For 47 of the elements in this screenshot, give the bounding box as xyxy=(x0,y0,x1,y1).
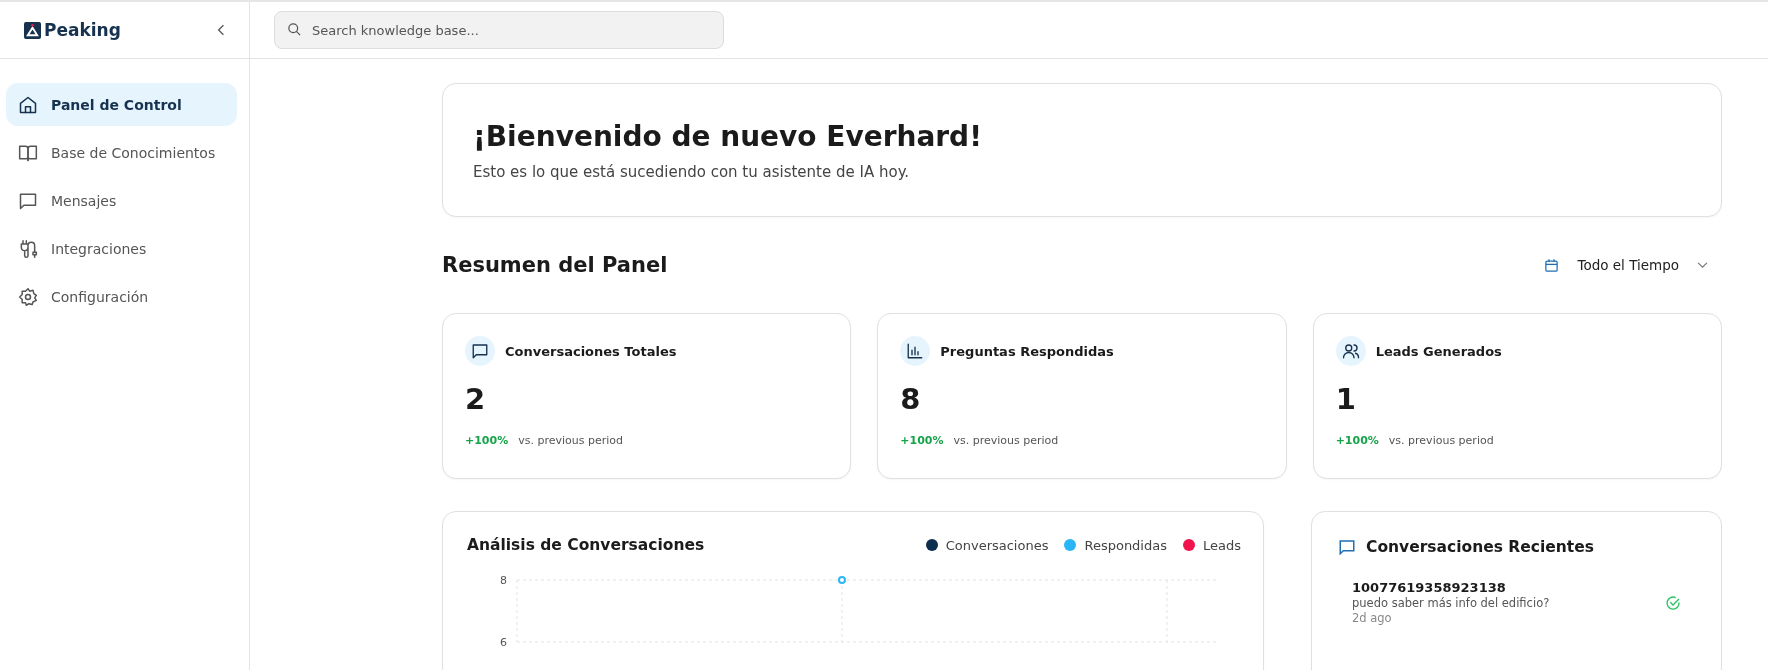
search-field[interactable]: Search knowledge base... xyxy=(274,11,724,49)
logo-text: Peaking xyxy=(44,20,121,40)
conversation-time: 2d ago xyxy=(1352,611,1393,625)
welcome-title: ¡Bienvenido de nuevo Everhard! xyxy=(473,120,983,153)
sidebar-item[interactable]: Panel de Control xyxy=(6,83,237,126)
axis-tick-label: 8 xyxy=(500,574,507,587)
sidebar-item[interactable]: Base de Conocimientos xyxy=(6,131,237,174)
stat-value: 2 xyxy=(465,382,487,416)
conversation-item[interactable]: 10077619358923138 puedo saber más info del edificio? 2d ago xyxy=(1338,556,1695,625)
sidebar-item[interactable]: Configuración xyxy=(6,275,237,318)
users-icon xyxy=(1335,336,1366,366)
stat-value: 8 xyxy=(900,382,922,416)
card-title: Conversaciones Recientes xyxy=(1366,538,1594,556)
conversation-message: puedo saber más info del edificio? xyxy=(1352,596,1550,610)
chat-bubble-icon xyxy=(465,336,495,366)
axis-tick-label: 6 xyxy=(500,636,507,649)
chevron-down-icon xyxy=(1697,261,1708,269)
chevron-left-icon xyxy=(217,24,225,36)
chat-bubble-icon xyxy=(1338,538,1356,556)
sidebar-item[interactable]: Mensajes xyxy=(6,179,237,222)
chart-title: Análisis de Conversaciones xyxy=(467,536,705,554)
change-note: vs. previous period xyxy=(1388,434,1494,447)
legend-label: Conversaciones xyxy=(945,537,1049,553)
conversation-id: 10077619358923138 xyxy=(1352,580,1507,595)
section-title: Resumen del Panel xyxy=(442,253,668,277)
stat-label: Conversaciones Totales xyxy=(505,343,677,359)
change-note: vs. previous period xyxy=(953,434,1059,447)
search-icon xyxy=(287,22,302,37)
period-dropdown[interactable]: Todo el Tiempo xyxy=(1530,251,1722,279)
bar-chart-icon xyxy=(900,336,931,366)
home-icon xyxy=(18,94,38,115)
plug-icon xyxy=(18,238,38,259)
calendar-icon xyxy=(1544,257,1560,273)
stat-value: 1 xyxy=(1335,382,1357,416)
sidebar-item[interactable]: Integraciones xyxy=(6,227,237,270)
stat-label: Leads Generados xyxy=(1375,343,1502,359)
change-percent: +100% xyxy=(465,434,509,447)
settings-icon xyxy=(18,286,38,307)
logo-icon xyxy=(24,21,41,39)
data-point xyxy=(838,576,846,584)
legend-label: Leads xyxy=(1203,537,1241,553)
welcome-subtitle: Esto es lo que está sucediendo con tu asistente de IA hoy. xyxy=(473,163,911,181)
change-note: vs. previous period xyxy=(518,434,623,447)
change-percent: +100% xyxy=(900,434,944,447)
change-percent: +100% xyxy=(1335,434,1379,447)
legend-label: Respondidas xyxy=(1084,537,1167,553)
stat-label: Preguntas Respondidas xyxy=(940,343,1114,359)
